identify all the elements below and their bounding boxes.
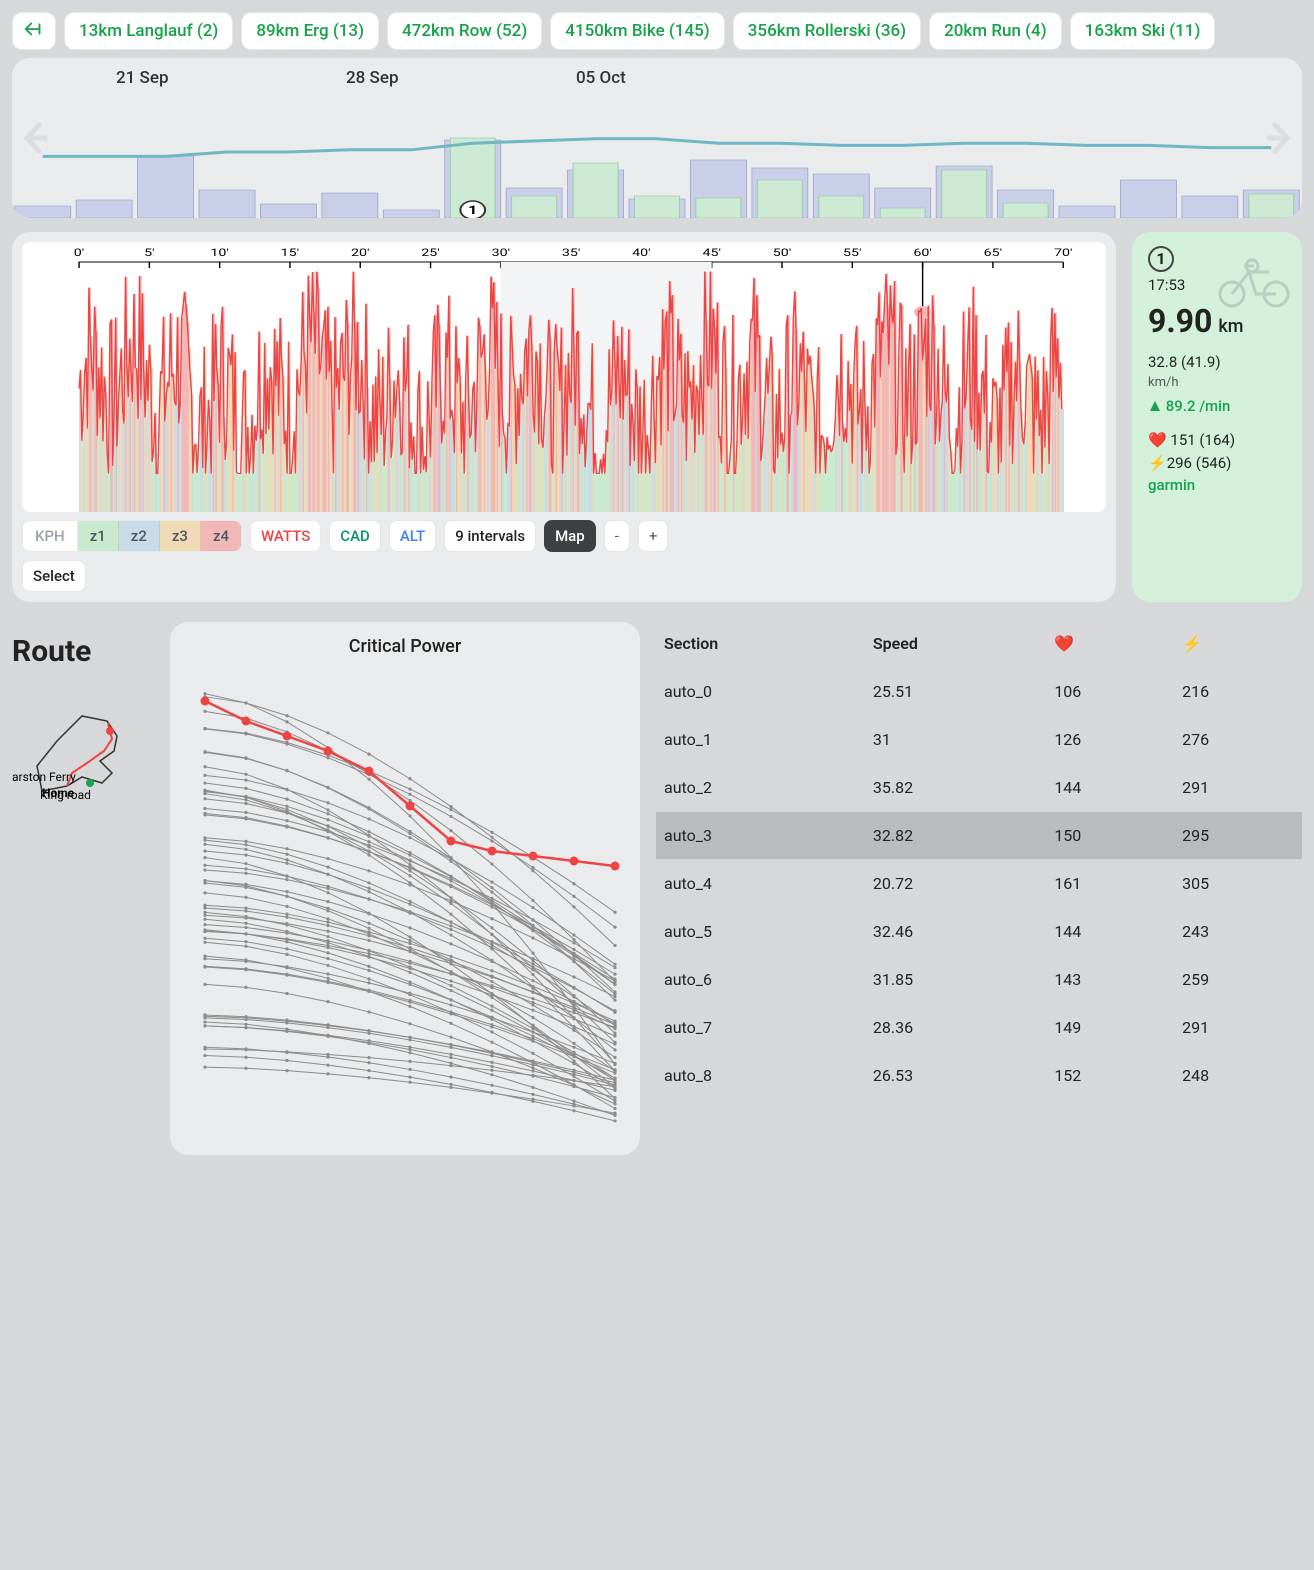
route-map[interactable]: arston Ferry King road Home [12, 681, 152, 821]
table-row[interactable]: auto_332.82150295 [656, 812, 1302, 860]
activity-filter-chip[interactable]: 13km Langlauf (2) [64, 12, 233, 50]
altitude-toggle[interactable]: ALT [389, 520, 436, 552]
svg-text:10': 10' [210, 248, 229, 259]
overview-date-labels: 21 Sep 28 Sep 05 Oct [26, 68, 1288, 88]
activity-next-button[interactable] [1066, 356, 1102, 398]
table-row[interactable]: auto_025.51106216 [656, 668, 1302, 716]
route-label: arston Ferry [12, 770, 76, 784]
svg-text:50': 50' [773, 248, 792, 259]
activity-prev-button[interactable] [26, 356, 62, 398]
activity-power: ⚡296 (546) [1148, 452, 1288, 475]
activity-filter-chip[interactable]: 20km Run (4) [929, 12, 1062, 50]
col-speed[interactable]: Speed [865, 622, 1046, 668]
overview-date: 21 Sep [116, 68, 346, 88]
intervals-button[interactable]: 9 intervals [444, 520, 536, 552]
svg-text:30': 30' [492, 248, 511, 259]
svg-text:1: 1 [468, 203, 477, 217]
critical-power-title: Critical Power [184, 636, 626, 657]
zone-toggle-group: KPH z1 z2 z3 z4 [22, 520, 242, 552]
critical-power-card: Critical Power [170, 622, 640, 1155]
svg-text:15': 15' [281, 248, 300, 259]
svg-text:0': 0' [74, 248, 84, 259]
activity-filter-row: 13km Langlauf (2)89km Erg (13)472km Row … [12, 12, 1302, 50]
svg-text:25': 25' [421, 248, 440, 259]
svg-text:65': 65' [984, 248, 1003, 259]
map-button[interactable]: Map [544, 520, 596, 552]
activity-filter-chip[interactable]: 356km Rollerski (36) [733, 12, 921, 50]
overview-date: 28 Sep [346, 68, 576, 88]
chevron-left-icon [26, 356, 62, 398]
svg-text:20': 20' [351, 248, 370, 259]
table-row[interactable]: auto_420.72161305 [656, 860, 1302, 908]
col-section[interactable]: Section [656, 622, 865, 668]
activity-index-badge: 1 [1148, 246, 1174, 272]
table-row[interactable]: auto_826.53152248 [656, 1052, 1302, 1100]
route-label: Home [42, 786, 75, 800]
table-row[interactable]: auto_728.36149291 [656, 1004, 1302, 1052]
table-row[interactable]: auto_631.85143259 [656, 956, 1302, 1004]
activity-speed-unit: km/h [1148, 373, 1288, 393]
zone-z1-toggle[interactable]: z1 [78, 521, 119, 551]
back-button[interactable] [12, 12, 56, 50]
col-hr[interactable]: ❤️ [1046, 622, 1174, 668]
activity-cadence: 89.2 /min [1148, 395, 1288, 418]
svg-text:40': 40' [632, 248, 651, 259]
activity-filter-chip[interactable]: 163km Ski (11) [1070, 12, 1216, 50]
activity-hr: ❤️ 151 (164) [1148, 429, 1288, 452]
cadence-icon [1148, 399, 1162, 413]
activity-filter-chip[interactable]: 472km Row (52) [387, 12, 542, 50]
cadence-toggle[interactable]: CAD [329, 520, 381, 552]
zoom-out-button[interactable]: - [604, 520, 630, 552]
speed-unit-label[interactable]: KPH [23, 521, 78, 551]
activity-source-link[interactable]: garmin [1148, 474, 1288, 497]
svg-text:70': 70' [1054, 248, 1073, 259]
svg-text:5': 5' [144, 248, 154, 259]
route-title: Route [12, 634, 154, 669]
activity-summary-card: 1 17:53 9.90 km 32.8 (41.9) km/h 89.2 /m… [1132, 232, 1302, 602]
zone-z3-toggle[interactable]: z3 [160, 521, 201, 551]
activity-filter-chip[interactable]: 4150km Bike (145) [550, 12, 724, 50]
table-row[interactable]: auto_235.82144291 [656, 764, 1302, 812]
zone-z4-toggle[interactable]: z4 [201, 521, 241, 551]
table-row[interactable]: auto_532.46144243 [656, 908, 1302, 956]
activity-chart[interactable]: 0' 5' 10' 15' 20' 25' 30' 35' 40' 45' 50' 55' 60' 65'… [22, 242, 1106, 512]
svg-text:45': 45' [702, 248, 721, 259]
activity-card: 0' 5' 10' 15' 20' 25' 30' 35' 40' 45' 50' 55' 60' 65'… [12, 232, 1116, 602]
bike-icon [1214, 252, 1294, 315]
overview-date: 05 Oct [576, 68, 806, 88]
activity-filter-chip[interactable]: 89km Erg (13) [241, 12, 379, 50]
watts-toggle[interactable]: WATTS [250, 520, 321, 552]
intervals-table: Section Speed ❤️ ⚡ auto_025.51106216auto… [656, 622, 1302, 1155]
svg-text:35': 35' [562, 248, 581, 259]
overview-bars-chart[interactable]: 1 [12, 108, 1302, 218]
svg-text:55': 55' [843, 248, 862, 259]
svg-text:60': 60' [913, 248, 932, 259]
overview-card: 21 Sep 28 Sep 05 Oct 1 [12, 58, 1302, 218]
back-arrow-icon [23, 21, 45, 37]
select-button[interactable]: Select [22, 560, 86, 592]
critical-power-chart[interactable] [184, 661, 626, 1141]
zone-z2-toggle[interactable]: z2 [119, 521, 160, 551]
table-row[interactable]: auto_131126276 [656, 716, 1302, 764]
col-power[interactable]: ⚡ [1174, 622, 1302, 668]
activity-controls-row: KPH z1 z2 z3 z4 WATTS CAD ALT 9 interval… [22, 520, 1106, 552]
activity-speed: 32.8 (41.9) [1148, 351, 1288, 374]
zoom-in-button[interactable]: + [638, 520, 669, 552]
chevron-right-icon [1066, 356, 1102, 398]
